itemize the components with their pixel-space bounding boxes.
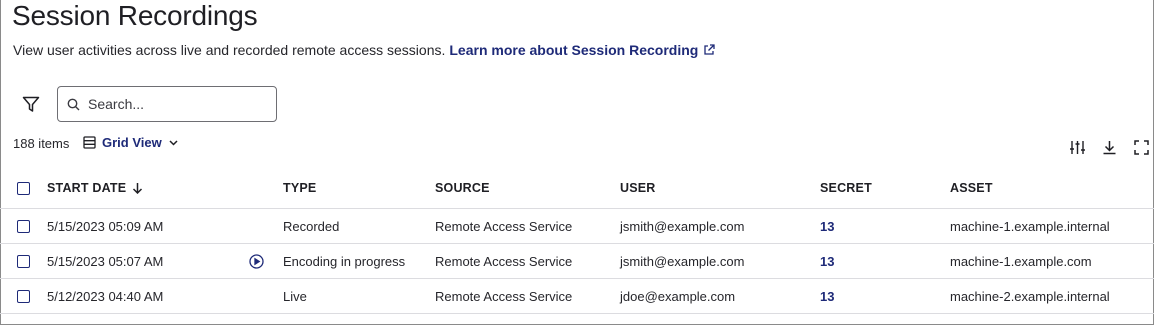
column-header-source[interactable]: SOURCE <box>435 168 490 208</box>
fullscreen-icon <box>1133 139 1149 155</box>
filter-icon <box>22 96 40 112</box>
row-checkbox[interactable] <box>17 219 30 233</box>
learn-more-label: Learn more about Session Recording <box>449 42 699 58</box>
view-selector[interactable]: Grid View <box>83 135 179 150</box>
column-header-start-date[interactable]: START DATE <box>47 168 143 208</box>
user-cell: jdoe@example.com <box>620 288 736 304</box>
grid-view-icon <box>83 136 96 149</box>
start-date-cell: 5/15/2023 05:07 AM <box>47 253 164 269</box>
page-description: View user activities across live and rec… <box>13 42 715 58</box>
learn-more-link[interactable]: Learn more about Session Recording <box>449 42 715 58</box>
row-select-cell <box>17 279 30 313</box>
sort-descending-icon <box>132 182 143 194</box>
row-checkbox[interactable] <box>17 289 30 303</box>
secret-link[interactable]: 13 <box>820 279 834 313</box>
type-cell: Live <box>283 288 307 304</box>
column-settings-icon <box>1069 140 1085 154</box>
source-cell: Remote Access Service <box>435 253 573 269</box>
type-cell: Recorded <box>283 218 340 234</box>
column-header-secret[interactable]: SECRET <box>820 168 872 208</box>
items-count: 188 items <box>13 136 70 151</box>
recordings-table: START DATE TYPE SOURCE USER SECRET ASSET… <box>0 168 1154 314</box>
play-button[interactable] <box>249 244 264 278</box>
column-header-type[interactable]: TYPE <box>283 168 316 208</box>
asset-cell: machine-2.example.internal <box>950 288 1110 304</box>
table-toolbar <box>1068 138 1150 156</box>
select-all-cell <box>17 168 30 208</box>
asset-cell: machine-1.example.com <box>950 253 1092 269</box>
table-row[interactable]: 5/15/2023 05:09 AM Recorded Remote Acces… <box>0 209 1154 244</box>
source-cell: Remote Access Service <box>435 218 573 234</box>
row-checkbox[interactable] <box>17 254 30 268</box>
column-settings-button[interactable] <box>1068 138 1086 156</box>
table-header-row: START DATE TYPE SOURCE USER SECRET ASSET <box>0 168 1154 209</box>
download-icon <box>1103 140 1115 154</box>
select-all-checkbox[interactable] <box>17 181 30 195</box>
search-icon <box>67 98 80 110</box>
user-cell: jsmith@example.com <box>620 253 745 269</box>
play-circle-icon <box>249 253 264 269</box>
start-date-cell: 5/15/2023 05:09 AM <box>47 218 164 234</box>
source-cell: Remote Access Service <box>435 288 573 304</box>
description-text: View user activities across live and rec… <box>13 42 446 58</box>
download-button[interactable] <box>1100 138 1118 156</box>
row-select-cell <box>17 209 30 243</box>
table-row[interactable]: 5/12/2023 04:40 AM Live Remote Access Se… <box>0 279 1154 314</box>
row-select-cell <box>17 244 30 278</box>
search-field[interactable] <box>57 86 277 122</box>
asset-cell: machine-1.example.internal <box>950 218 1110 234</box>
column-header-label: START DATE <box>47 181 127 195</box>
page-title: Session Recordings <box>12 0 258 31</box>
user-cell: jsmith@example.com <box>620 218 745 234</box>
column-header-user[interactable]: USER <box>620 168 656 208</box>
start-date-cell: 5/12/2023 04:40 AM <box>47 288 164 304</box>
column-header-asset[interactable]: ASSET <box>950 168 993 208</box>
table-row[interactable]: 5/15/2023 05:07 AM Encoding in progress … <box>0 244 1154 279</box>
filter-button[interactable] <box>20 94 42 114</box>
secret-link[interactable]: 13 <box>820 209 834 243</box>
external-link-icon <box>704 44 715 55</box>
chevron-down-icon <box>169 140 178 146</box>
fullscreen-button[interactable] <box>1132 138 1150 156</box>
view-selector-label: Grid View <box>102 135 162 150</box>
type-cell: Encoding in progress <box>283 253 406 269</box>
search-input[interactable] <box>88 96 258 112</box>
secret-link[interactable]: 13 <box>820 244 834 278</box>
